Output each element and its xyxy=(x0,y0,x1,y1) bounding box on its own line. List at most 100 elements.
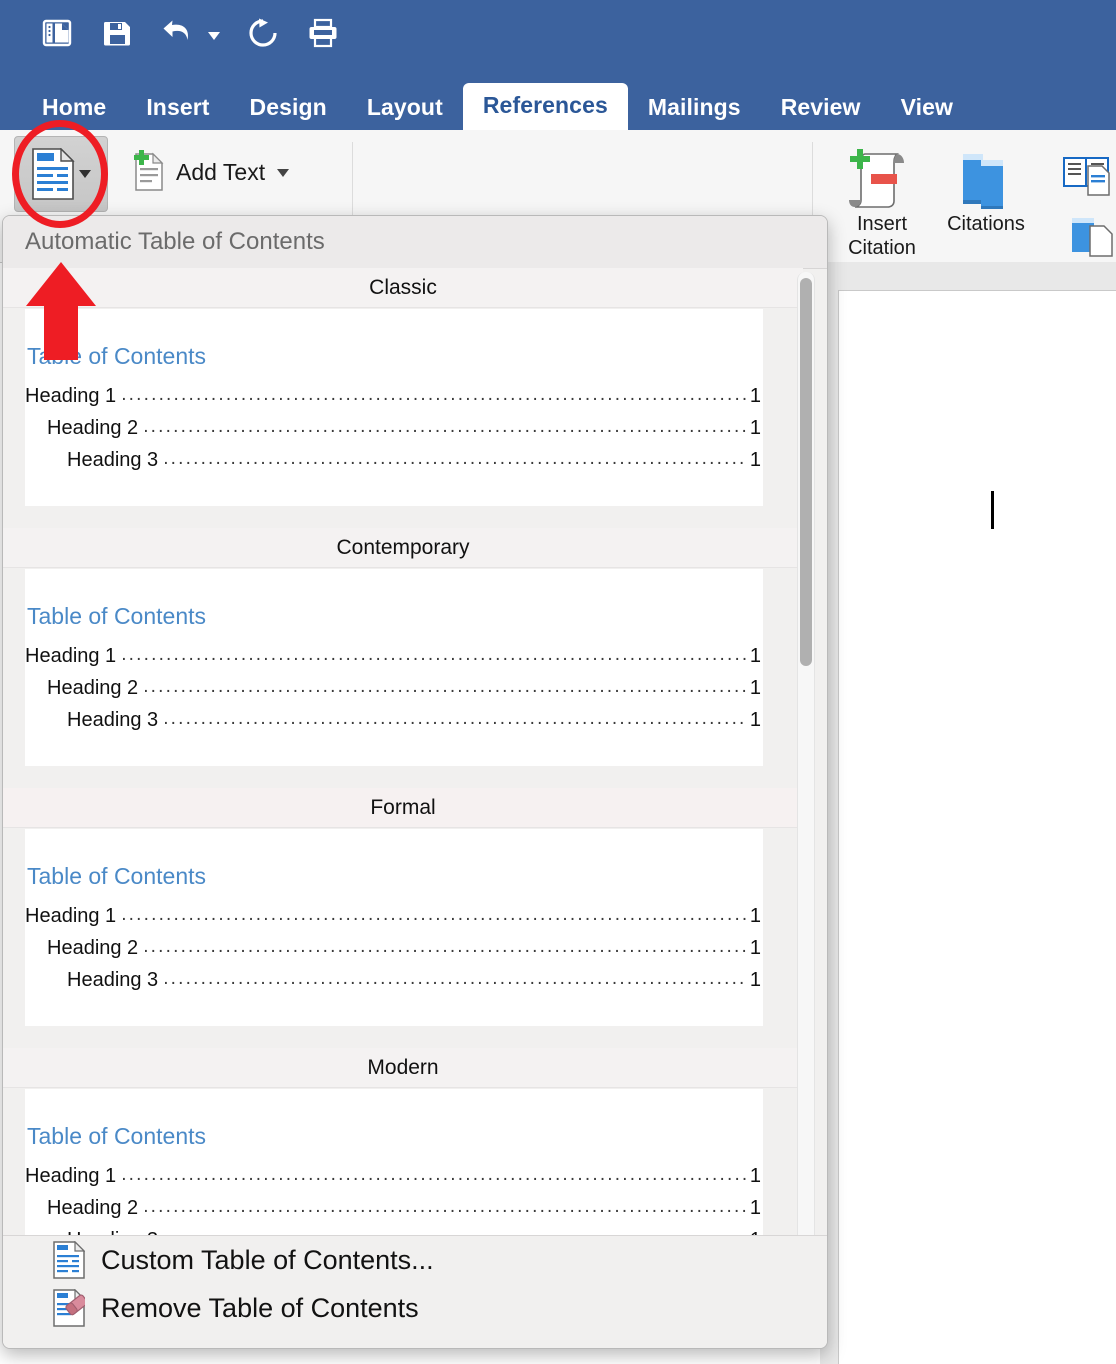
preview-title: Table of Contents xyxy=(25,343,763,376)
document-page[interactable] xyxy=(838,290,1116,1364)
ribbon-tab-view[interactable]: View xyxy=(881,87,973,130)
preview-title: Table of Contents xyxy=(25,1123,763,1156)
preview-entry-label: Heading 2 xyxy=(47,1197,138,1220)
undo-dropdown-caret[interactable] xyxy=(208,32,220,40)
add-text-button[interactable]: Add Text xyxy=(128,148,289,197)
quick-access-toolbar xyxy=(0,0,1116,78)
preview-entry-row: Heading 2...............................… xyxy=(25,928,763,960)
preview-dot-leader: ........................................… xyxy=(143,1197,748,1216)
insert-citation-label-line1: Insert xyxy=(826,212,938,236)
preview-page-number: 1 xyxy=(750,969,763,992)
preview-entry-label: Heading 1 xyxy=(25,645,116,668)
preview-entry-row: Heading 3...............................… xyxy=(25,960,763,992)
gallery-group-label: Modern xyxy=(3,1048,803,1088)
custom-table-of-contents-item[interactable]: Custom Table of Contents... xyxy=(3,1236,827,1284)
citations-label: Citations xyxy=(930,212,1042,236)
gallery-header-label: Automatic Table of Contents xyxy=(3,228,325,256)
gallery-spacer xyxy=(3,1026,803,1048)
gallery-scrollbar[interactable] xyxy=(797,272,815,1349)
chevron-down-icon[interactable] xyxy=(277,169,289,177)
gallery-scrollbar-thumb[interactable] xyxy=(800,278,812,666)
ribbon-tab-references[interactable]: References xyxy=(463,83,628,130)
preview-dot-leader: ........................................… xyxy=(163,449,748,468)
ribbon-tab-label: Layout xyxy=(367,94,443,120)
gallery-group-label: Classic xyxy=(3,268,803,308)
document-eraser-icon xyxy=(53,1289,85,1327)
preview-entry-row: Heading 2...............................… xyxy=(25,1188,763,1220)
document-lines-icon xyxy=(53,1241,85,1279)
ribbon-tab-layout[interactable]: Layout xyxy=(347,87,463,130)
preview-entry-row: Heading 3...............................… xyxy=(25,440,763,472)
preview-entry-row: Heading 1...............................… xyxy=(25,636,763,668)
preview-entry-label: Heading 1 xyxy=(25,905,116,928)
gallery-group-label: Formal xyxy=(3,788,803,828)
gallery-group-name: Classic xyxy=(369,276,437,300)
ribbon-tab-bar: Home Insert Design Layout References Mailings… xyxy=(0,78,1116,130)
gallery-group-name: Modern xyxy=(367,1056,438,1080)
preview-dot-leader: ........................................… xyxy=(121,1165,748,1184)
redo-icon[interactable] xyxy=(246,16,280,50)
insert-bibliography-button[interactable] xyxy=(1070,212,1116,263)
ribbon-tab-review[interactable]: Review xyxy=(761,87,881,130)
ribbon-tab-insert[interactable]: Insert xyxy=(126,87,229,130)
ribbon-tab-label: Mailings xyxy=(648,94,741,120)
remove-table-of-contents-label: Remove Table of Contents xyxy=(101,1293,419,1324)
insert-citation-icon xyxy=(826,146,938,212)
preview-page-number: 1 xyxy=(750,385,763,408)
red-circle-highlight-annotation xyxy=(12,120,108,228)
sidebar-toggle-icon[interactable] xyxy=(40,16,74,50)
save-icon[interactable] xyxy=(100,16,134,50)
table-of-contents-gallery: Automatic Table of Contents Classic Table… xyxy=(2,215,828,1349)
preview-page-number: 1 xyxy=(750,449,763,472)
ribbon-tab-design[interactable]: Design xyxy=(230,87,347,130)
toc-style-preview[interactable]: Table of ContentsHeading 1..............… xyxy=(25,829,763,1026)
gallery-commands: Custom Table of Contents... xyxy=(3,1235,827,1348)
add-text-icon xyxy=(128,148,166,197)
preview-entry-label: Heading 1 xyxy=(25,1165,116,1188)
preview-page-number: 1 xyxy=(750,417,763,440)
preview-page-number: 1 xyxy=(750,905,763,928)
ribbon-tab-label: Home xyxy=(42,94,106,120)
preview-entry-label: Heading 1 xyxy=(25,385,116,408)
undo-icon[interactable] xyxy=(160,16,194,50)
remove-table-of-contents-item[interactable]: Remove Table of Contents xyxy=(3,1284,827,1332)
ribbon-tab-mailings[interactable]: Mailings xyxy=(628,87,761,130)
toc-style-preview[interactable]: Table of ContentsHeading 1..............… xyxy=(25,309,763,506)
preview-dot-leader: ........................................… xyxy=(163,969,748,988)
custom-table-of-contents-label: Custom Table of Contents... xyxy=(101,1245,434,1276)
preview-entry-row: Heading 1...............................… xyxy=(25,896,763,928)
ribbon-tab-label: Review xyxy=(781,94,861,120)
gallery-group-label: Contemporary xyxy=(3,528,803,568)
toc-style-preview[interactable]: Table of ContentsHeading 1..............… xyxy=(25,569,763,766)
preview-entry-row: Heading 2...............................… xyxy=(25,408,763,440)
insert-citation-label-line2: Citation xyxy=(826,236,938,260)
preview-entry-label: Heading 2 xyxy=(47,937,138,960)
preview-page-number: 1 xyxy=(750,1165,763,1188)
ribbon-tab-label: Insert xyxy=(146,94,209,120)
preview-entry-row: Heading 2...............................… xyxy=(25,668,763,700)
bibliography-button[interactable] xyxy=(1062,150,1116,201)
word-window: Home Insert Design Layout References Mailings… xyxy=(0,0,1116,1364)
preview-entry-label: Heading 2 xyxy=(47,417,138,440)
preview-page-number: 1 xyxy=(750,677,763,700)
preview-page-number: 1 xyxy=(750,1197,763,1220)
gallery-scroll-area[interactable]: ClassicTable of ContentsHeading 1.......… xyxy=(3,268,827,1268)
preview-dot-leader: ........................................… xyxy=(121,385,748,404)
preview-page-number: 1 xyxy=(750,709,763,732)
preview-entry-row: Heading 1...............................… xyxy=(25,376,763,408)
preview-entry-label: Heading 3 xyxy=(67,709,158,732)
ribbon-tab-label: Design xyxy=(250,94,327,120)
preview-entry-row: Heading 3...............................… xyxy=(25,700,763,732)
print-icon[interactable] xyxy=(306,16,340,50)
preview-dot-leader: ........................................… xyxy=(143,417,748,436)
citations-button[interactable]: Citations xyxy=(930,146,1042,236)
gallery-group-name: Formal xyxy=(370,796,435,820)
text-cursor xyxy=(991,491,994,529)
preview-entry-label: Heading 3 xyxy=(67,969,158,992)
preview-title: Table of Contents xyxy=(25,863,763,896)
gallery-group-name: Contemporary xyxy=(336,536,469,560)
preview-dot-leader: ........................................… xyxy=(143,677,748,696)
bibliography-icon xyxy=(1062,183,1116,200)
citations-books-icon xyxy=(930,146,1042,212)
insert-citation-button[interactable]: Insert Citation xyxy=(826,146,938,260)
